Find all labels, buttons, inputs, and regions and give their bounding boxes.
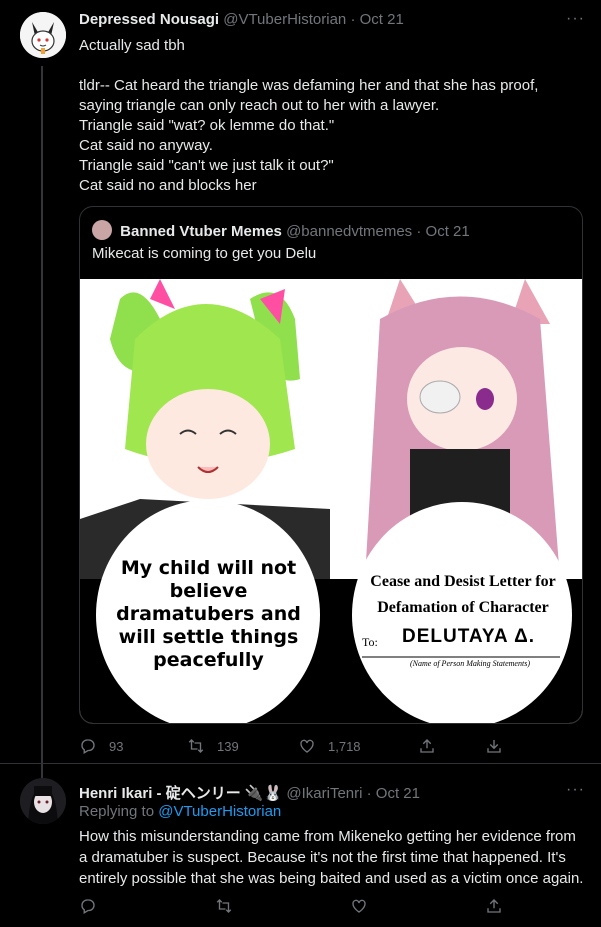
tweet-line: a dramatuber is suspect. Because it's no… <box>79 849 566 866</box>
share-button[interactable] <box>485 897 503 915</box>
meme-subtext: (Name of Person Making Statements) <box>410 659 530 668</box>
more-options-icon[interactable]: ··· <box>566 781 585 799</box>
tweet-header: Henri Ikari - 碇ヘンリー 🔌🐰 @IkariTenri · Oct… <box>79 782 420 803</box>
quote-handle: @bannedvtmemes <box>286 223 413 240</box>
download-icon <box>487 740 501 753</box>
tweet-text: How this misunderstanding came from Mike… <box>79 826 589 889</box>
tweet-line: How this misunderstanding came from Mike… <box>79 828 576 845</box>
reply-icon <box>81 739 95 754</box>
tweet-line: Triangle said "can't we just talk it out… <box>79 157 334 174</box>
more-options-icon[interactable]: ··· <box>566 10 585 28</box>
handle[interactable]: @VTuberHistorian <box>223 11 346 28</box>
thread-line <box>41 66 43 778</box>
retweet-button[interactable] <box>215 897 233 915</box>
display-name[interactable]: Depressed Nousagi <box>79 11 219 28</box>
tweet-line: Triangle said "wat? ok lemme do that." <box>79 117 335 134</box>
reply-button[interactable]: 93 <box>79 737 123 755</box>
tweet-line: saying triangle can only reach out to he… <box>79 97 440 114</box>
heart-icon <box>300 739 314 753</box>
meme-name: DELUTAYA Δ. <box>402 626 536 647</box>
download-button[interactable] <box>485 737 503 755</box>
tweet-text: Actually sad tbh tldr-- Cat heard the tr… <box>79 36 579 196</box>
reply-button[interactable] <box>79 897 97 915</box>
share-button[interactable] <box>418 737 436 755</box>
like-count: 1,718 <box>328 738 361 754</box>
replying-to: Replying to @VTuberHistorian <box>79 803 281 820</box>
tweet-header: Depressed Nousagi @VTuberHistorian · Oct… <box>79 11 404 28</box>
heart-icon <box>352 899 366 913</box>
reply-icon <box>81 899 95 914</box>
share-icon <box>487 899 501 913</box>
quote-text: Mikecat is coming to get you Delu <box>92 245 317 262</box>
timestamp[interactable]: · Oct 21 <box>367 785 420 802</box>
meme-to-label: To: <box>362 635 378 649</box>
quote-header: Banned Vtuber Memes @bannedvtmemes · Oct… <box>92 220 470 240</box>
meme-caption-left: My child will not believe dramatubers an… <box>116 557 301 671</box>
retweet-button[interactable]: 139 <box>187 737 239 755</box>
quote-media-image[interactable]: My child will not believe dramatubers an… <box>80 279 582 723</box>
divider <box>0 763 601 764</box>
retweet-icon <box>188 739 204 753</box>
quote-timestamp: · Oct 21 <box>416 223 470 240</box>
like-button[interactable]: 1,718 <box>298 737 361 755</box>
avatar[interactable] <box>20 778 66 824</box>
retweet-count: 139 <box>217 738 239 754</box>
tweet-line: Cat said no and blocks her <box>79 177 257 194</box>
quote-display-name: Banned Vtuber Memes <box>120 223 282 240</box>
meme-caption-right: Cease and Desist Letter for Defamation o… <box>370 573 556 616</box>
tweet-line: Actually sad tbh <box>79 37 185 54</box>
quote-avatar <box>92 220 112 240</box>
tweet-line <box>79 56 579 76</box>
quoted-tweet[interactable]: Banned Vtuber Memes @bannedvtmemes · Oct… <box>79 206 583 724</box>
timestamp[interactable]: · Oct 21 <box>350 11 403 28</box>
handle[interactable]: @IkariTenri <box>286 785 362 802</box>
like-button[interactable] <box>350 897 368 915</box>
avatar[interactable] <box>20 12 66 58</box>
display-name[interactable]: Henri Ikari - 碇ヘンリー 🔌🐰 <box>79 785 282 802</box>
replying-to-label: Replying to <box>79 803 159 820</box>
replying-to-handle[interactable]: @VTuberHistorian <box>158 803 281 820</box>
retweet-icon <box>216 899 232 913</box>
tweet-line: tldr-- Cat heard the triangle was defami… <box>79 77 539 94</box>
share-icon <box>420 739 434 753</box>
tweet-line: entirely possible that she was being bai… <box>79 870 584 887</box>
reply-count: 93 <box>109 738 124 754</box>
tweet-line: Cat said no anyway. <box>79 137 213 154</box>
